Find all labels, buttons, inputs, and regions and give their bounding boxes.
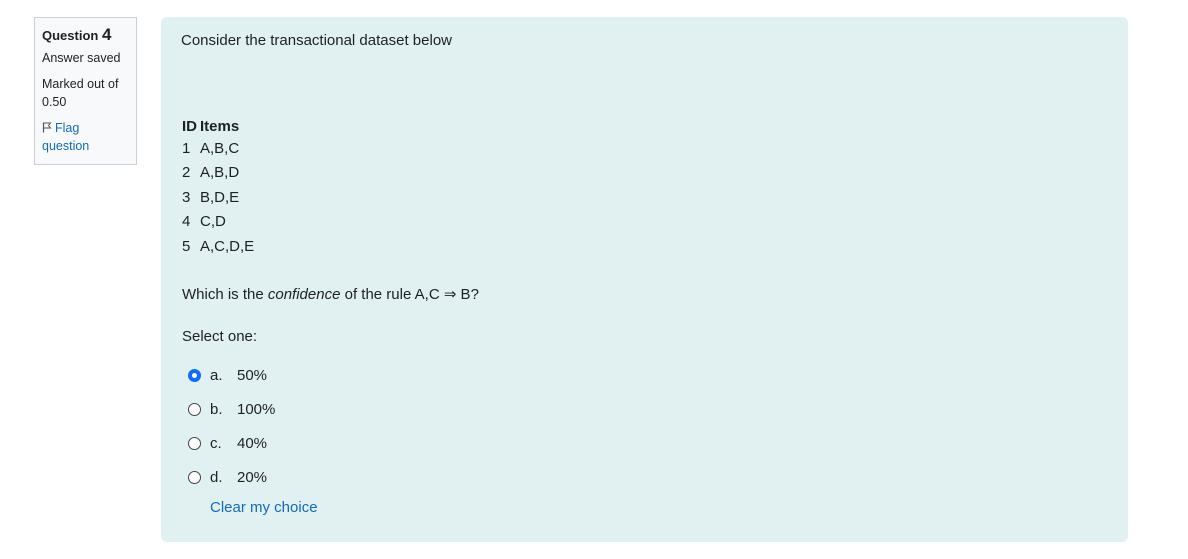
- grade-info: Marked out of 0.50: [42, 75, 129, 111]
- table-row: 3 B,D,E: [182, 185, 254, 210]
- question-label: Question: [42, 28, 99, 43]
- option-text: 40%: [237, 434, 268, 452]
- table-cell-items: A,C,D,E: [200, 237, 255, 255]
- grade-label: Marked out of: [42, 77, 119, 91]
- table-row: 1 A,B,C: [182, 136, 254, 161]
- select-prompt: Select one:: [182, 328, 258, 345]
- question-content: Consider the transactional dataset below…: [161, 17, 1128, 542]
- question-number: Question 4: [42, 26, 129, 45]
- flag-label-1: Flag: [55, 121, 80, 135]
- option-letter: d.: [210, 468, 223, 486]
- question-text: Which is the confidence of the rule A,C …: [182, 285, 479, 303]
- answer-state: Answer saved: [42, 51, 121, 65]
- table-row: 2 A,B,D: [182, 161, 254, 186]
- question-emphasis: confidence: [267, 286, 341, 303]
- table-cell-id: 5: [182, 237, 191, 255]
- table-header-id: ID: [182, 117, 197, 135]
- option-text: 100%: [237, 400, 276, 418]
- table-row: 5 A,C,D,E: [182, 234, 254, 259]
- option-letter: c.: [210, 434, 222, 452]
- answer-options: a. 50% b. 100% c. 40% d. 20%: [188, 358, 275, 494]
- table-cell-id: 1: [182, 139, 191, 157]
- radio-b[interactable]: [188, 402, 201, 416]
- table-cell-id: 2: [182, 164, 191, 182]
- question-intro: Consider the transactional dataset below: [181, 32, 452, 49]
- question-number-value: 4: [101, 25, 112, 44]
- table-header-items: Items: [200, 117, 240, 135]
- radio-a[interactable]: [188, 368, 201, 382]
- option-letter: a.: [210, 366, 223, 384]
- table-cell-id: 4: [182, 213, 191, 231]
- radio-c[interactable]: [188, 436, 201, 450]
- radio-d[interactable]: [188, 470, 201, 484]
- flag-label-2: question: [42, 139, 90, 153]
- question-prefix: Which is the: [182, 286, 268, 303]
- table-cell-id: 3: [182, 188, 191, 206]
- table-row: 4 C,D: [182, 210, 254, 235]
- table-header-row: ID Items: [182, 116, 254, 136]
- answer-option-d[interactable]: d. 20%: [188, 460, 275, 494]
- answer-option-a[interactable]: a. 50%: [188, 358, 275, 392]
- question-suffix: of the rule A,C ⇒ B?: [340, 286, 479, 303]
- answer-option-b[interactable]: b. 100%: [188, 392, 275, 426]
- option-text: 20%: [237, 468, 268, 486]
- grade-value: 0.50: [42, 95, 67, 109]
- transaction-table: ID Items 1 A,B,C 2 A,B,D 3 B,D,E 4 C,D 5: [182, 116, 254, 259]
- question-info-panel: Question 4 Answer saved Marked out of 0.…: [34, 17, 137, 165]
- table-cell-items: A,B,C: [200, 139, 240, 157]
- answer-option-c[interactable]: c. 40%: [188, 426, 275, 460]
- table-cell-items: A,B,D: [200, 164, 240, 182]
- flag-question-link[interactable]: Flag question: [42, 119, 129, 155]
- table-cell-items: B,D,E: [200, 188, 240, 206]
- option-text: 50%: [237, 366, 268, 384]
- flag-icon: [42, 122, 52, 133]
- option-letter: b.: [210, 400, 223, 418]
- clear-choice-link[interactable]: Clear my choice: [210, 499, 318, 516]
- table-cell-items: C,D: [200, 213, 226, 231]
